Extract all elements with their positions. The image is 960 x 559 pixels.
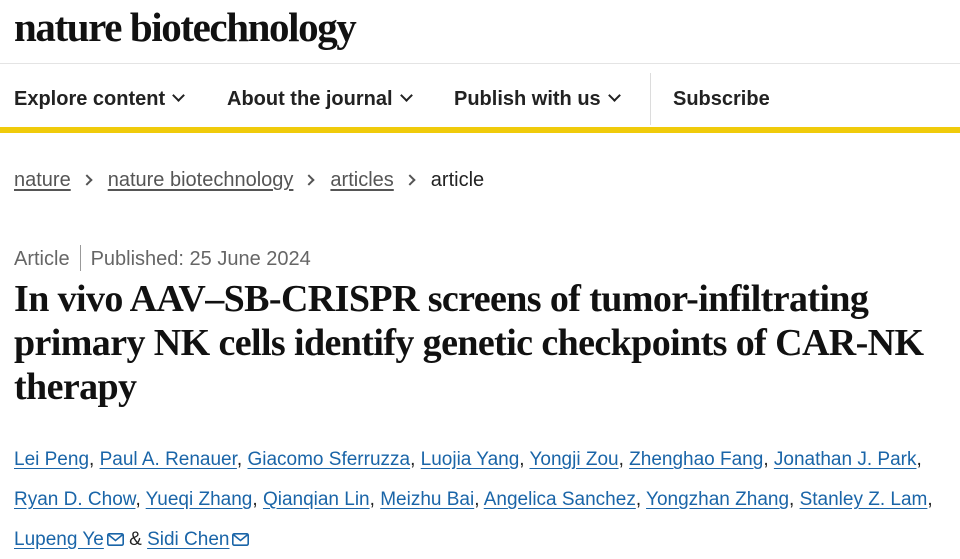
author-separator: , bbox=[410, 449, 416, 470]
nav-item-label: Publish with us bbox=[454, 88, 601, 110]
article-meta: Article Published: 25 June 2024 bbox=[14, 239, 311, 271]
nav-about-journal[interactable]: About the journal bbox=[227, 87, 413, 111]
author-link[interactable]: Yongji Zou bbox=[529, 449, 618, 470]
author-separator: , bbox=[369, 489, 375, 510]
author-link[interactable]: Sidi Chen bbox=[147, 529, 229, 550]
journal-logo[interactable]: nature biotechnology bbox=[14, 3, 357, 51]
envelope-icon[interactable] bbox=[232, 521, 250, 546]
nav-item-label: Explore content bbox=[14, 88, 166, 110]
author-separator: , bbox=[635, 489, 642, 510]
site-header: nature biotechnology bbox=[0, 0, 960, 64]
author-link[interactable]: Paul A. Renauer bbox=[100, 449, 237, 470]
chevron-right-icon bbox=[404, 174, 416, 186]
author-link[interactable]: Lupeng Ye bbox=[14, 529, 104, 550]
chevron-right-icon bbox=[303, 174, 316, 186]
author-separator: , bbox=[916, 449, 922, 470]
author-separator: , bbox=[763, 449, 769, 470]
author-separator: , bbox=[618, 449, 624, 470]
author-link[interactable]: Qianqian Lin bbox=[263, 489, 370, 510]
chevron-down-icon bbox=[607, 89, 621, 102]
author-separator: & bbox=[129, 529, 142, 550]
nav-publish-with-us[interactable]: Publish with us bbox=[454, 87, 621, 111]
author-link[interactable]: Angelica Sanchez bbox=[484, 489, 636, 510]
chevron-right-icon bbox=[81, 174, 93, 186]
author-separator: , bbox=[519, 449, 525, 470]
author-link[interactable]: Zhenghao Fang bbox=[629, 449, 763, 470]
nav-item-label: About the journal bbox=[227, 88, 393, 110]
article-type: Article bbox=[14, 248, 70, 270]
nav-divider bbox=[650, 73, 651, 125]
breadcrumb-link-nature[interactable]: nature bbox=[14, 169, 71, 191]
meta-divider bbox=[79, 245, 81, 271]
author-separator: , bbox=[927, 489, 933, 510]
breadcrumb-link-nature-biotechnology[interactable]: nature biotechnology bbox=[108, 169, 294, 191]
main-nav: Explore content About the journal Publis… bbox=[0, 65, 960, 133]
author-separator: , bbox=[236, 449, 243, 470]
author-link[interactable]: Lei Peng bbox=[14, 449, 89, 470]
author-link[interactable]: Ryan D. Chow bbox=[14, 489, 135, 510]
author-link[interactable]: Stanley Z. Lam bbox=[800, 489, 928, 510]
author-list: Lei Peng, Paul A. Renauer, Giacomo Sferr… bbox=[14, 440, 949, 559]
author-separator: , bbox=[474, 489, 480, 510]
nav-explore-content[interactable]: Explore content bbox=[14, 87, 186, 111]
subscribe-link[interactable]: Subscribe bbox=[673, 87, 770, 111]
chevron-down-icon bbox=[399, 89, 413, 102]
author-link[interactable]: Luojia Yang bbox=[421, 449, 520, 470]
published-date: Published: 25 June 2024 bbox=[90, 248, 311, 270]
breadcrumb: nature nature biotechnology articles articl… bbox=[14, 168, 484, 192]
chevron-down-icon bbox=[172, 89, 186, 102]
author-link[interactable]: Giacomo Sferruzza bbox=[247, 449, 410, 470]
author-link[interactable]: Jonathan J. Park bbox=[774, 449, 917, 470]
author-link[interactable]: Yongzhan Zhang bbox=[646, 489, 789, 510]
breadcrumb-link-articles[interactable]: articles bbox=[330, 169, 393, 191]
author-separator: , bbox=[89, 449, 95, 470]
breadcrumb-current: article bbox=[430, 169, 485, 191]
author-link[interactable]: Yueqi Zhang bbox=[146, 489, 253, 510]
author-link[interactable]: Meizhu Bai bbox=[380, 489, 474, 510]
author-separator: , bbox=[135, 489, 141, 510]
author-separator: , bbox=[789, 489, 795, 510]
envelope-icon[interactable] bbox=[106, 521, 124, 546]
article-title: In vivo AAV–SB-CRISPR screens of tumor-i… bbox=[14, 278, 924, 408]
author-separator: , bbox=[252, 489, 258, 510]
